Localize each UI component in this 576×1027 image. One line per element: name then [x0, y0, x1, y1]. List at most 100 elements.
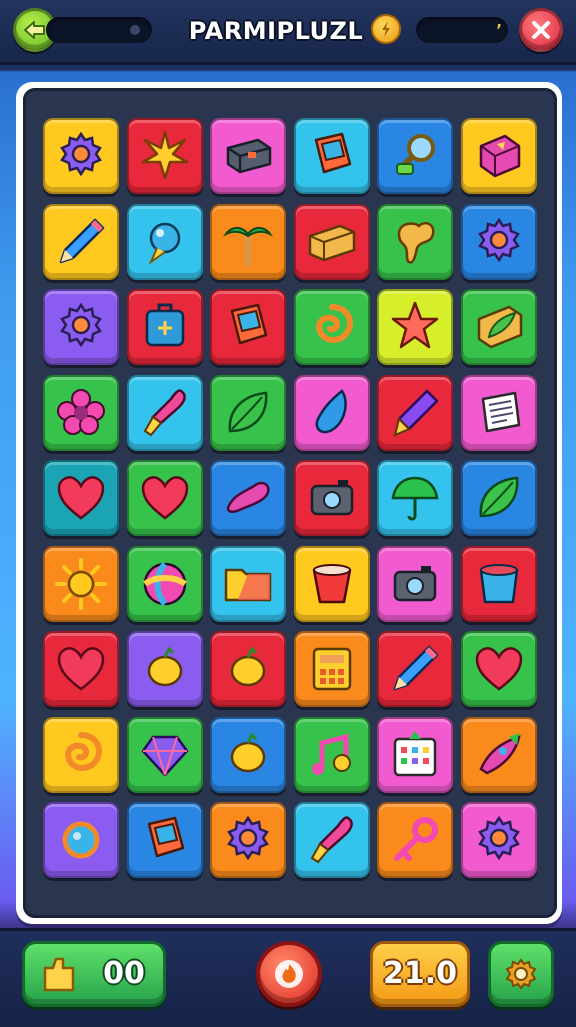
camera-icon	[310, 480, 353, 516]
trophy-icon	[43, 957, 75, 992]
game-tile[interactable]	[377, 545, 453, 622]
game-tile[interactable]	[43, 203, 119, 280]
game-tile[interactable]	[377, 460, 453, 536]
game-tile[interactable]	[43, 631, 119, 707]
boost-button[interactable]	[256, 941, 322, 1007]
game-tile[interactable]	[126, 289, 203, 365]
game-tile[interactable]	[210, 802, 286, 878]
crate-icon	[308, 224, 355, 261]
game-tile[interactable]	[43, 716, 119, 793]
game-tile[interactable]	[460, 545, 537, 622]
game-tile[interactable]	[43, 460, 119, 536]
game-tile[interactable]	[43, 374, 119, 451]
game-tile[interactable]	[126, 802, 203, 878]
game-tile[interactable]	[293, 374, 370, 451]
game-tile[interactable]	[210, 374, 286, 451]
close-icon	[532, 21, 550, 39]
game-tile[interactable]	[126, 716, 203, 793]
game-tile[interactable]	[377, 802, 453, 878]
game-tile[interactable]	[460, 118, 537, 194]
game-tile[interactable]	[293, 118, 370, 194]
key-icon	[394, 817, 438, 861]
palm-tree-icon	[223, 226, 273, 267]
game-tile[interactable]	[377, 716, 453, 793]
pencil-icon	[59, 218, 105, 263]
game-tile[interactable]	[460, 716, 537, 793]
game-tile[interactable]	[293, 631, 370, 707]
game-tile[interactable]	[293, 802, 370, 878]
music-icon	[311, 733, 351, 775]
gift-box-icon	[479, 134, 520, 178]
heart-icon	[57, 647, 105, 691]
game-tile[interactable]	[126, 374, 203, 451]
game-tile[interactable]	[126, 545, 203, 622]
book-icon	[230, 303, 268, 345]
heart-icon	[141, 476, 188, 520]
gear-icon	[477, 815, 520, 861]
box-icon	[226, 138, 272, 174]
game-tile[interactable]	[126, 460, 203, 536]
game-tile[interactable]	[210, 545, 286, 622]
game-tile[interactable]	[126, 631, 203, 707]
gear-icon	[505, 958, 537, 990]
game-tile[interactable]	[293, 289, 370, 365]
game-title: PARMIPLUZL	[188, 17, 364, 45]
game-tile[interactable]	[210, 716, 286, 793]
drop-icon	[315, 388, 347, 433]
game-tile[interactable]	[210, 203, 286, 280]
flower-icon	[57, 388, 105, 435]
close-button[interactable]	[519, 8, 563, 52]
leaf-icon	[228, 391, 268, 432]
settings-button[interactable]	[488, 941, 554, 1007]
game-tile[interactable]	[460, 460, 537, 536]
game-tile[interactable]	[293, 716, 370, 793]
leaf-box-icon	[477, 305, 522, 349]
game-tile[interactable]	[43, 118, 119, 194]
blob-icon	[397, 221, 435, 264]
game-tile[interactable]	[210, 631, 286, 707]
game-tile[interactable]	[460, 203, 537, 280]
pencil-icon	[393, 645, 439, 691]
lemon-icon	[147, 646, 182, 687]
folder-icon	[224, 568, 272, 601]
gear-icon	[477, 217, 520, 262]
note-icon	[481, 391, 520, 432]
game-tile[interactable]	[377, 118, 453, 194]
game-tile[interactable]	[377, 203, 453, 280]
game-tile[interactable]	[43, 545, 119, 622]
game-tile[interactable]	[460, 289, 537, 365]
fire-icon	[275, 960, 303, 988]
game-tile[interactable]	[126, 203, 203, 280]
back-arrow-icon	[24, 21, 45, 39]
game-tile[interactable]	[293, 203, 370, 280]
game-tile[interactable]	[460, 374, 537, 451]
game-tile[interactable]	[126, 118, 203, 194]
starburst-icon	[141, 130, 188, 180]
gear-icon	[60, 302, 102, 348]
lemon-icon	[230, 646, 266, 687]
umbrella-icon	[391, 476, 439, 521]
lemon-icon	[230, 731, 266, 772]
heart-icon	[475, 647, 522, 691]
game-tile[interactable]	[377, 374, 453, 451]
swirl-icon	[315, 304, 353, 343]
tile-grid	[23, 88, 557, 918]
gear-icon	[60, 131, 102, 177]
game-tile[interactable]	[460, 802, 537, 878]
game-tile[interactable]	[43, 802, 119, 878]
gem-icon	[141, 735, 188, 776]
game-tile[interactable]	[210, 460, 286, 536]
moves-value: 21.0	[382, 956, 458, 991]
game-tile[interactable]	[293, 545, 370, 622]
coin-icon	[371, 14, 401, 44]
book-icon	[314, 132, 351, 174]
game-tile[interactable]	[460, 631, 537, 707]
game-tile[interactable]	[43, 289, 119, 365]
game-tile[interactable]	[210, 289, 286, 365]
game-tile[interactable]	[377, 631, 453, 707]
game-tile[interactable]	[210, 118, 286, 194]
game-tile[interactable]	[293, 460, 370, 536]
game-tile[interactable]	[377, 289, 453, 365]
swirl-icon	[65, 731, 102, 771]
brush-icon	[310, 816, 353, 864]
